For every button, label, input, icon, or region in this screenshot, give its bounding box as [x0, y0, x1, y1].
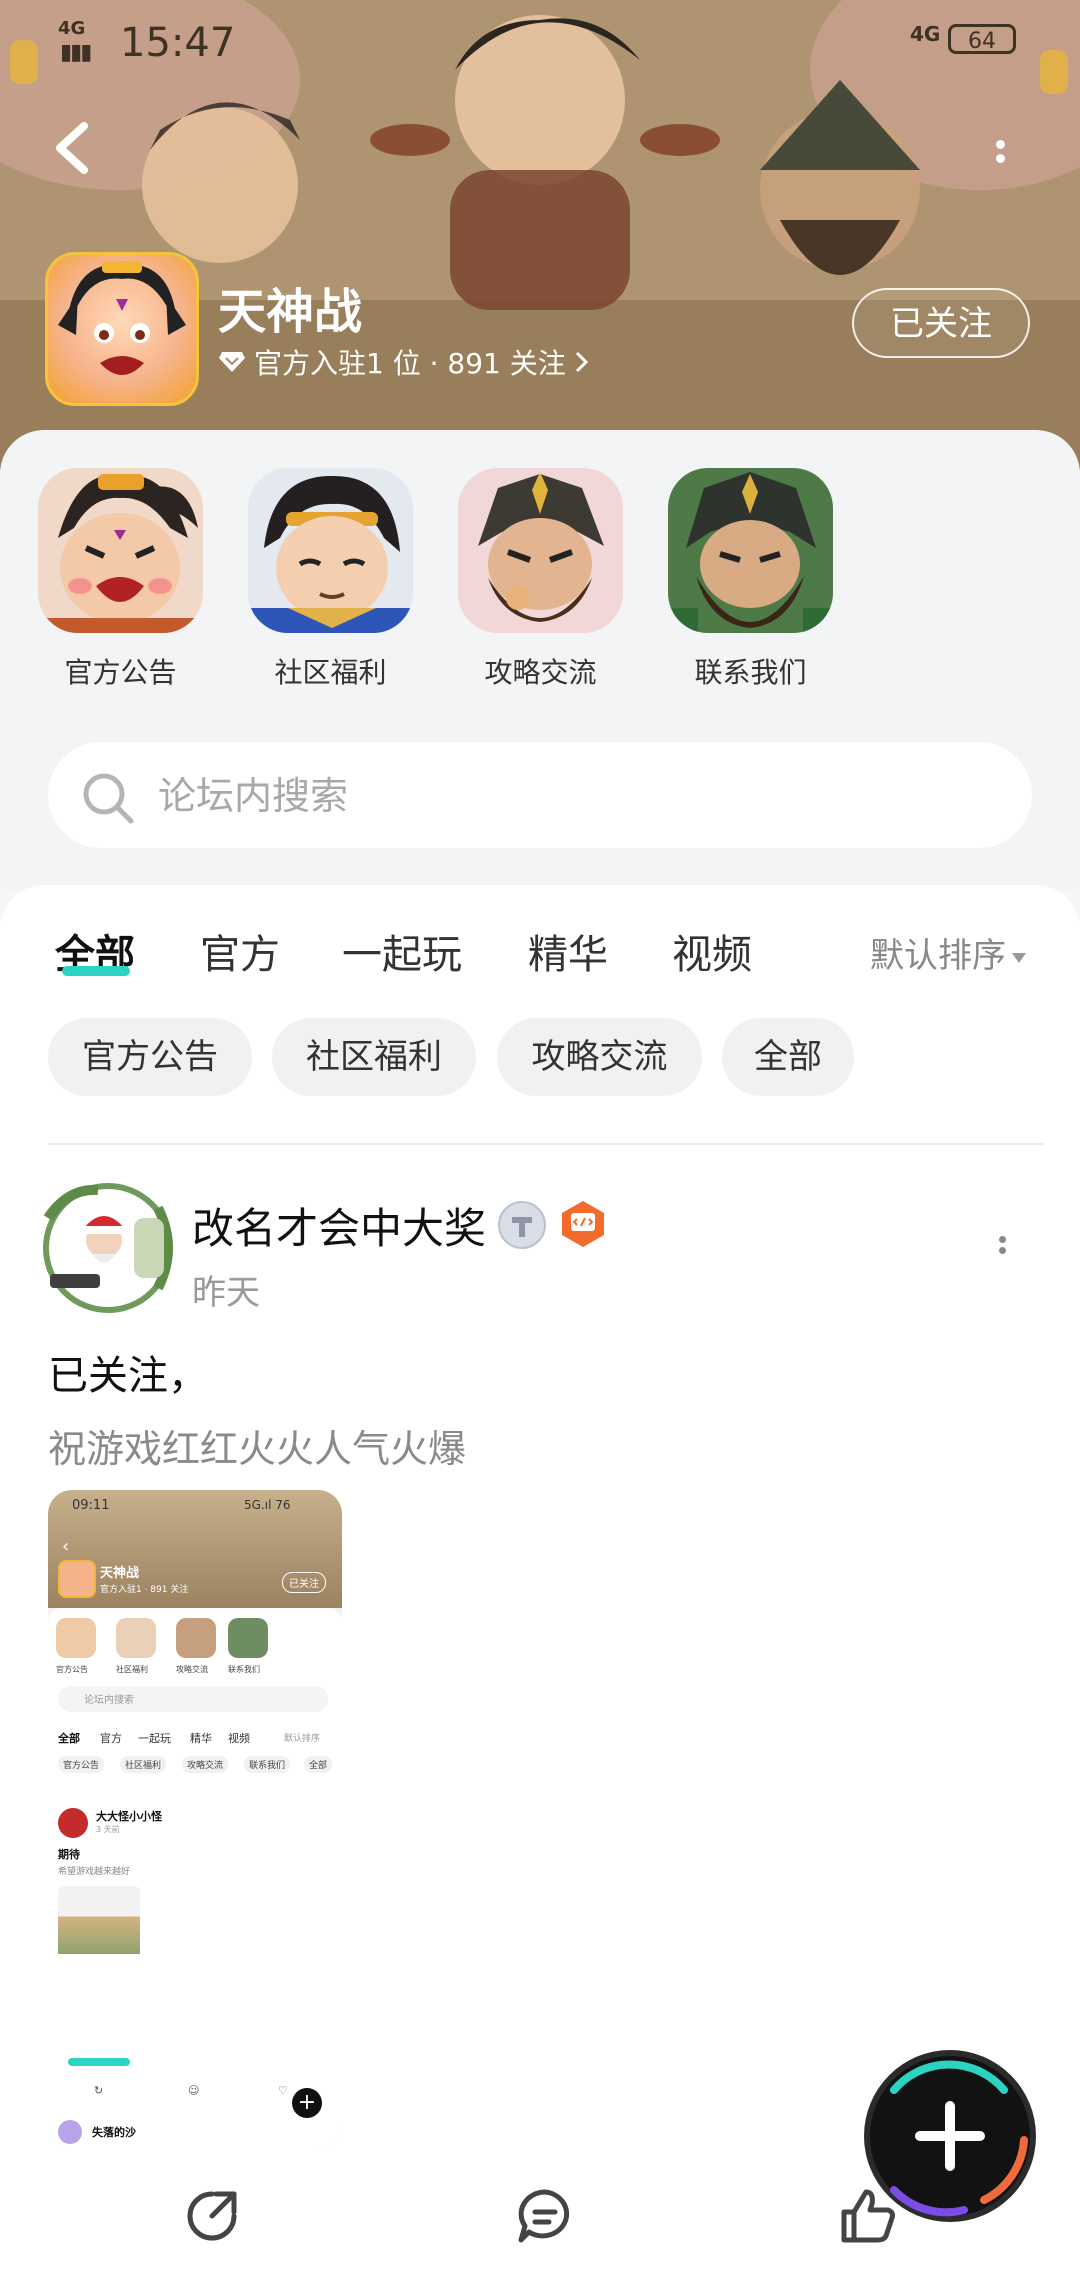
- mini-avatar: [58, 1808, 88, 1838]
- developer-badge-icon: [558, 1199, 608, 1249]
- mini-shortcut-label: 攻略交流: [176, 1665, 208, 1674]
- tab-play-together[interactable]: 一起玩: [342, 922, 462, 980]
- shortcut-avatar: [248, 468, 413, 633]
- mini-status-time: 09:11: [72, 1498, 110, 1513]
- sort-dropdown[interactable]: 默认排序: [870, 928, 1026, 977]
- mini-meta: 官方入驻1 · 891 关注: [100, 1585, 189, 1595]
- mini-shortcut-pic: [116, 1618, 156, 1658]
- shortcut-label: 攻略交流: [484, 656, 597, 689]
- shortcut-contact-us[interactable]: 联系我们: [668, 468, 833, 691]
- more-options-icon[interactable]: [985, 135, 1015, 185]
- mini-chip: 联系我们: [244, 1756, 291, 1773]
- mini-nested-bar: [68, 2058, 130, 2066]
- mini-comment-icon: ☺: [188, 2084, 200, 2097]
- diamond-icon: [219, 352, 245, 372]
- mini-post-body: 希望游戏越来越好: [58, 1867, 131, 1877]
- mini-chip: 官方公告: [58, 1756, 105, 1773]
- signal-icon: ▮▮▮: [60, 40, 92, 65]
- shortcut-community-benefits[interactable]: 社区福利: [248, 468, 413, 691]
- back-icon[interactable]: [48, 118, 108, 188]
- mini-chip: 社区福利: [120, 1756, 167, 1773]
- post-more-icon[interactable]: [994, 1232, 1010, 1262]
- follow-button[interactable]: 已关注: [852, 288, 1030, 358]
- divider: [48, 1143, 1044, 1145]
- battery-icon: 64: [948, 24, 1016, 54]
- chip-community-benefits[interactable]: 社区福利: [272, 1018, 476, 1096]
- chip-all[interactable]: 全部: [722, 1018, 854, 1096]
- shortcut-avatar: [458, 468, 623, 633]
- active-tab-indicator: [62, 966, 130, 976]
- mini-app-name: 天神战: [100, 1566, 140, 1581]
- create-post-fab[interactable]: [870, 2056, 1030, 2217]
- forum-title: 天神战: [218, 284, 363, 340]
- post-timestamp: 昨天: [192, 1273, 260, 1313]
- mini-like-icon: ♡: [278, 2084, 288, 2097]
- mini-author-time: 3 天前: [96, 1825, 120, 1834]
- share-icon[interactable]: [182, 2186, 242, 2246]
- status-time: 15:47: [120, 20, 236, 66]
- mini-nested-image: [58, 1886, 140, 2056]
- mini-shortcut-pic: [56, 1618, 96, 1658]
- mini-shortcut-pic: [228, 1618, 268, 1658]
- mini-post-title: 期待: [58, 1848, 80, 1861]
- network-indicator: 4G: [58, 18, 86, 39]
- mini-tab: 精华: [190, 1732, 212, 1745]
- search-input[interactable]: [156, 762, 960, 830]
- shortcut-avatar: [668, 468, 833, 633]
- plus-icon: [915, 2101, 985, 2171]
- mini-tab: 视频: [228, 1732, 250, 1745]
- chip-official-announcement[interactable]: 官方公告: [48, 1018, 252, 1096]
- sort-label: 默认排序: [870, 936, 1006, 976]
- mini-sort: 默认排序: [284, 1734, 321, 1744]
- mini-chip: 全部: [304, 1756, 333, 1773]
- shortcut-label: 社区福利: [274, 656, 387, 689]
- mini-author: 失落的沙: [92, 2126, 136, 2139]
- shortcut-label: 联系我们: [694, 656, 807, 689]
- mini-follow: 已关注: [282, 1572, 326, 1593]
- forum-meta-text: 官方入驻1 位 · 891 关注: [254, 347, 566, 380]
- mini-app-icon: [58, 1560, 96, 1598]
- mini-shortcut-pic: [176, 1618, 216, 1658]
- mini-tab: 全部: [58, 1732, 80, 1745]
- mini-avatar: [58, 2120, 82, 2144]
- mini-share-icon: ↻: [94, 2084, 104, 2097]
- verified-badge-icon: [498, 1201, 546, 1249]
- forum-app-icon: [45, 252, 199, 406]
- mini-shortcut-label: 官方公告: [56, 1665, 88, 1674]
- shortcut-strategy-exchange[interactable]: 攻略交流: [458, 468, 623, 691]
- mini-tab: 一起玩: [138, 1732, 171, 1745]
- forum-meta[interactable]: 官方入驻1 位 · 891 关注: [218, 342, 590, 382]
- shortcut-label: 官方公告: [64, 656, 177, 689]
- post-title[interactable]: 已关注，: [48, 1343, 208, 1401]
- tab-video[interactable]: 视频: [672, 922, 752, 980]
- avatar[interactable]: [38, 1178, 178, 1318]
- mini-chip: 攻略交流: [182, 1756, 229, 1773]
- tab-featured[interactable]: 精华: [528, 922, 608, 980]
- shortcut-avatar: [38, 468, 203, 633]
- tab-official[interactable]: 官方: [200, 922, 280, 980]
- status-bar: 4G ▮▮▮ 15:47 4G 64: [0, 0, 1080, 90]
- mini-shortcut-label: 社区福利: [116, 1665, 148, 1674]
- caret-down-icon: [1012, 952, 1026, 963]
- mini-status-right: 5G.ıl 76: [244, 1498, 291, 1512]
- comment-icon[interactable]: [515, 2186, 575, 2246]
- network-indicator-right: 4G: [910, 22, 941, 46]
- shortcut-official-announcement[interactable]: 官方公告: [38, 468, 203, 691]
- post-body-text[interactable]: 祝游戏红红火火人气火爆: [48, 1418, 466, 1473]
- mini-author: 大大怪小小怪: [96, 1810, 162, 1823]
- chevron-right-icon: [575, 351, 588, 373]
- forum-search-bar[interactable]: [48, 742, 1032, 848]
- mini-tab: 官方: [100, 1732, 122, 1745]
- mini-fab-plus-icon: +: [292, 2088, 322, 2118]
- mini-back-icon: ‹: [62, 1536, 70, 1557]
- chip-strategy-exchange[interactable]: 攻略交流: [497, 1018, 702, 1096]
- forum-header: 4G ▮▮▮ 15:47 4G 64 天神战 官方入驻1 位 · 891 关注 …: [0, 0, 1080, 470]
- post-author-name[interactable]: 改名才会中大奖: [192, 1195, 486, 1256]
- mini-search-text: 论坛内搜索: [84, 1695, 134, 1706]
- search-icon: [83, 773, 134, 824]
- post-image-attachment[interactable]: 09:11 5G.ıl 76 ‹ 天神战 官方入驻1 · 891 关注 已关注 …: [48, 1490, 342, 2150]
- mini-shortcut-label: 联系我们: [228, 1665, 260, 1674]
